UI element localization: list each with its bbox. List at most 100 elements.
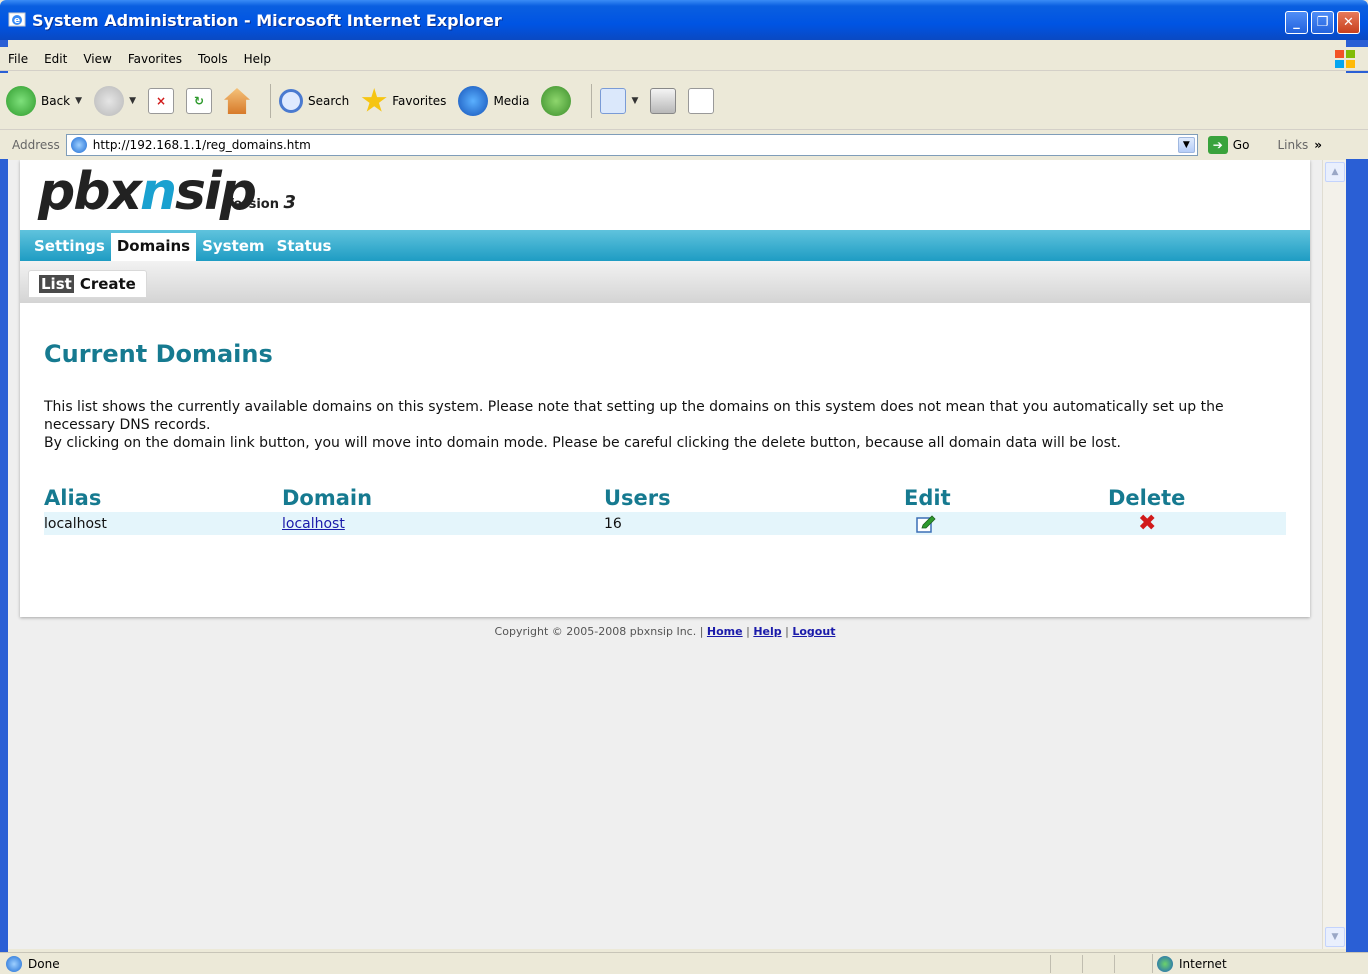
menu-help[interactable]: Help [236,52,279,66]
column-domain: Domain [282,486,373,510]
document-icon [688,88,715,114]
version-label: Version 3 [224,192,297,213]
star-icon [361,88,387,112]
row-delete-cell: ✖ [1108,512,1286,534]
row-edit-cell [904,514,1108,533]
print-button[interactable] [650,88,677,114]
footer-separator: | [785,625,789,638]
media-label: Media [493,94,530,108]
footer-separator: | [746,625,750,638]
minimize-button[interactable]: _ [1285,11,1308,34]
history-button[interactable] [541,86,572,116]
favorites-button[interactable]: Favorites [361,88,446,114]
page-done-icon [6,955,22,972]
status-label: Done [28,956,60,971]
main-nav: Settings Domains System Status [20,230,1310,261]
media-button[interactable]: Media [458,86,529,116]
refresh-icon: ↻ [185,88,212,114]
page-container: pbxnsip Version 3 Settings Domains Syste… [20,160,1310,617]
status-panels [1050,955,1146,973]
stop-icon: × [147,88,174,114]
stop-button[interactable]: × [147,88,174,114]
status-panel [1050,955,1082,973]
subtab-list[interactable]: List [39,275,74,293]
scroll-down-button[interactable]: ▼ [1325,927,1345,947]
maximize-button[interactable]: ❐ [1311,11,1334,34]
chevron-down-icon: ▼ [129,96,136,106]
description-line-2: By clicking on the domain link button, y… [44,435,1121,451]
page-title: Current Domains [44,340,273,368]
edit-icon[interactable] [916,514,936,533]
menu-bar: File Edit View Favorites Tools Help [0,47,1368,71]
window-title: System Administration - Microsoft Intern… [32,10,502,30]
header: pbxnsip Version 3 [20,160,1310,230]
menu-view[interactable]: View [75,52,119,66]
chevron-down-icon: ▼ [631,96,639,106]
status-panel [1114,955,1146,973]
zone-label: Internet [1179,956,1227,971]
scroll-up-button[interactable]: ▲ [1325,162,1345,182]
back-label: Back [41,94,71,108]
media-icon [458,86,489,116]
svg-text:e: e [14,16,20,26]
chevron-right-icon[interactable]: » [1314,138,1322,152]
address-dropdown-button[interactable]: ▼ [1177,136,1195,153]
links-toolbar[interactable]: Links [1277,138,1308,152]
tab-system[interactable]: System [196,237,270,261]
home-button[interactable] [223,88,250,114]
toolbar-separator [591,84,593,118]
browser-viewport: pbxnsip Version 3 Settings Domains Syste… [8,160,1322,949]
domain-link[interactable]: localhost [282,516,345,532]
toolbar: Back ▼ ▼ × ↻ Search Favorites Media ▼ [0,73,1368,130]
go-button[interactable]: ➔ Go [1207,135,1249,154]
column-users: Users [604,486,671,510]
refresh-button[interactable]: ↻ [185,88,212,114]
help-link[interactable]: Help [753,625,781,638]
back-arrow-icon [6,86,36,116]
menu-file[interactable]: File [0,52,36,66]
globe-icon [1157,955,1173,972]
forward-arrow-icon [94,86,125,116]
pbxnsip-logo: pbxnsip [38,162,257,222]
tab-domains[interactable]: Domains [110,233,197,261]
menu-favorites[interactable]: Favorites [120,52,190,66]
history-icon [541,86,572,116]
logout-link[interactable]: Logout [792,625,835,638]
sub-nav-tabs: List Create [28,270,147,298]
favorites-label: Favorites [392,94,447,108]
back-button[interactable]: Back ▼ [6,86,82,116]
close-button[interactable]: ✕ [1337,11,1360,34]
window-frame-left [0,40,8,974]
delete-icon[interactable]: ✖ [1138,512,1156,534]
row-alias: localhost [44,515,107,532]
sub-nav: List Create [20,261,1310,303]
menu-edit[interactable]: Edit [36,52,75,66]
search-label: Search [307,94,350,108]
window-controls: _ ❐ ✕ [1285,11,1360,34]
mail-button[interactable]: ▼ [600,88,638,114]
tab-status[interactable]: Status [271,237,338,261]
chevron-down-icon: ▼ [75,96,83,106]
edit-page-button[interactable] [688,88,715,114]
address-input[interactable]: http://192.168.1.1/reg_domains.htm ▼ [65,133,1198,156]
subtab-create[interactable]: Create [78,275,138,293]
menu-tools[interactable]: Tools [190,52,236,66]
status-message: Done [6,955,60,972]
search-button[interactable]: Search [278,89,350,113]
status-bar: Done Internet [0,952,1368,974]
security-zone: Internet [1152,954,1227,973]
table-header: Alias Domain Users Edit Delete [44,486,1286,512]
footer: Copyright © 2005-2008 pbxnsip Inc. | Hom… [8,625,1322,638]
column-delete: Delete [1108,486,1186,510]
column-edit: Edit [904,486,951,510]
main-content: Current Domains This list shows the curr… [44,340,1286,535]
address-label: Address [12,137,60,152]
go-arrow-icon: ➔ [1207,135,1228,154]
copyright-text: Copyright © 2005-2008 pbxnsip Inc. | [494,625,704,638]
home-link[interactable]: Home [707,625,743,638]
search-icon [278,89,303,113]
vertical-scrollbar[interactable]: ▲ ▼ [1322,160,1346,949]
forward-button[interactable]: ▼ [94,86,136,116]
title-bar: e System Administration - Microsoft Inte… [0,0,1368,40]
tab-settings[interactable]: Settings [28,237,111,261]
